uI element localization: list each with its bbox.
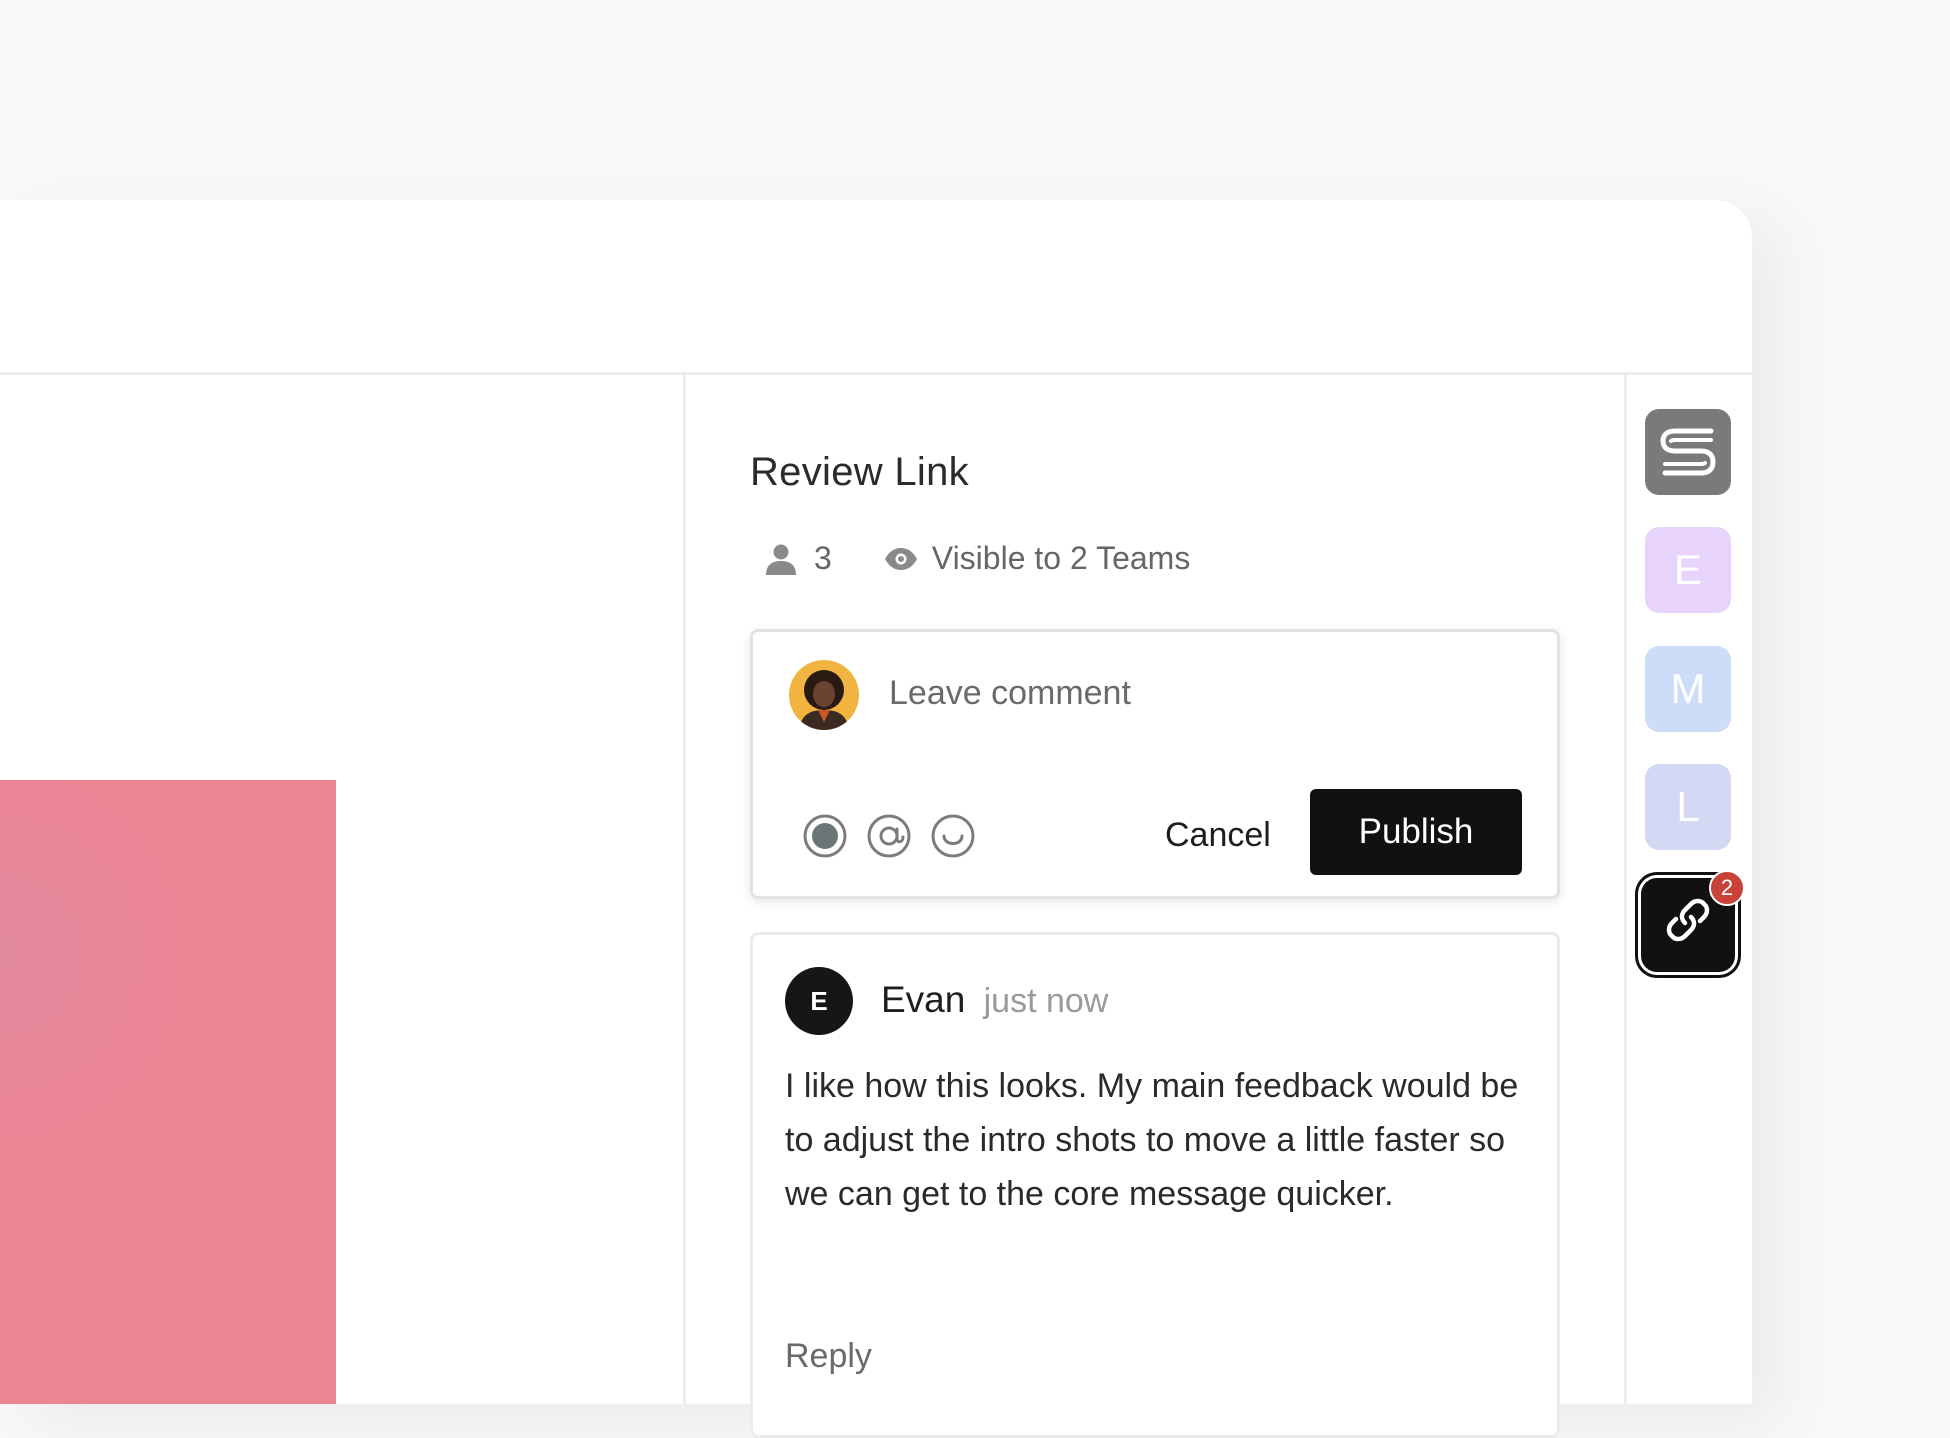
- comment-input[interactable]: Leave comment: [889, 674, 1131, 713]
- top-bar: [0, 200, 1752, 375]
- reply-button[interactable]: Reply: [785, 1337, 872, 1376]
- visibility-label[interactable]: Visible to 2 Teams: [932, 540, 1191, 577]
- notification-badge: 2: [1709, 870, 1745, 906]
- app-logo-icon[interactable]: [1645, 409, 1731, 495]
- comment-author-avatar: E: [785, 967, 853, 1035]
- comment-header: Evan just now: [881, 979, 1108, 1021]
- user-avatar-m[interactable]: M: [1645, 646, 1731, 732]
- comment-card: E Evan just now I like how this looks. M…: [750, 932, 1560, 1438]
- user-avatar-l[interactable]: L: [1645, 764, 1731, 850]
- current-user-avatar: [789, 660, 859, 730]
- cancel-button[interactable]: Cancel: [1165, 808, 1271, 862]
- link-icon: [1663, 895, 1713, 955]
- right-rail: E M L 2: [1624, 375, 1755, 1404]
- video-preview[interactable]: [0, 780, 336, 1404]
- review-panel: Review Link 3 Visible to 2 Teams Leave c…: [686, 375, 1624, 1438]
- eye-icon: [884, 547, 918, 570]
- panel-title: Review Link: [750, 450, 969, 494]
- canvas-area: [0, 375, 686, 1404]
- emoji-icon[interactable]: [929, 812, 977, 860]
- comment-timestamp: just now: [983, 982, 1109, 1020]
- panel-meta: 3 Visible to 2 Teams: [764, 540, 1190, 577]
- record-icon[interactable]: [801, 812, 849, 860]
- comment-composer: Leave comment Cancel Publish: [750, 629, 1560, 899]
- user-avatar-e[interactable]: E: [1645, 527, 1731, 613]
- mention-icon[interactable]: [865, 812, 913, 860]
- comment-body: I like how this looks. My main feedback …: [785, 1067, 1519, 1213]
- user-icon: [764, 542, 798, 576]
- comment-author: Evan: [881, 979, 966, 1020]
- member-count: 3: [814, 540, 832, 576]
- app-window: Review Link 3 Visible to 2 Teams Leave c…: [0, 200, 1755, 1438]
- publish-button[interactable]: Publish: [1310, 789, 1522, 875]
